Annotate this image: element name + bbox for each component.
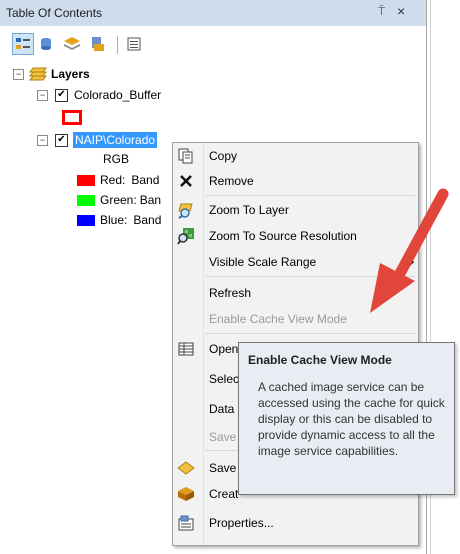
- annotation-arrow-icon: [370, 188, 449, 313]
